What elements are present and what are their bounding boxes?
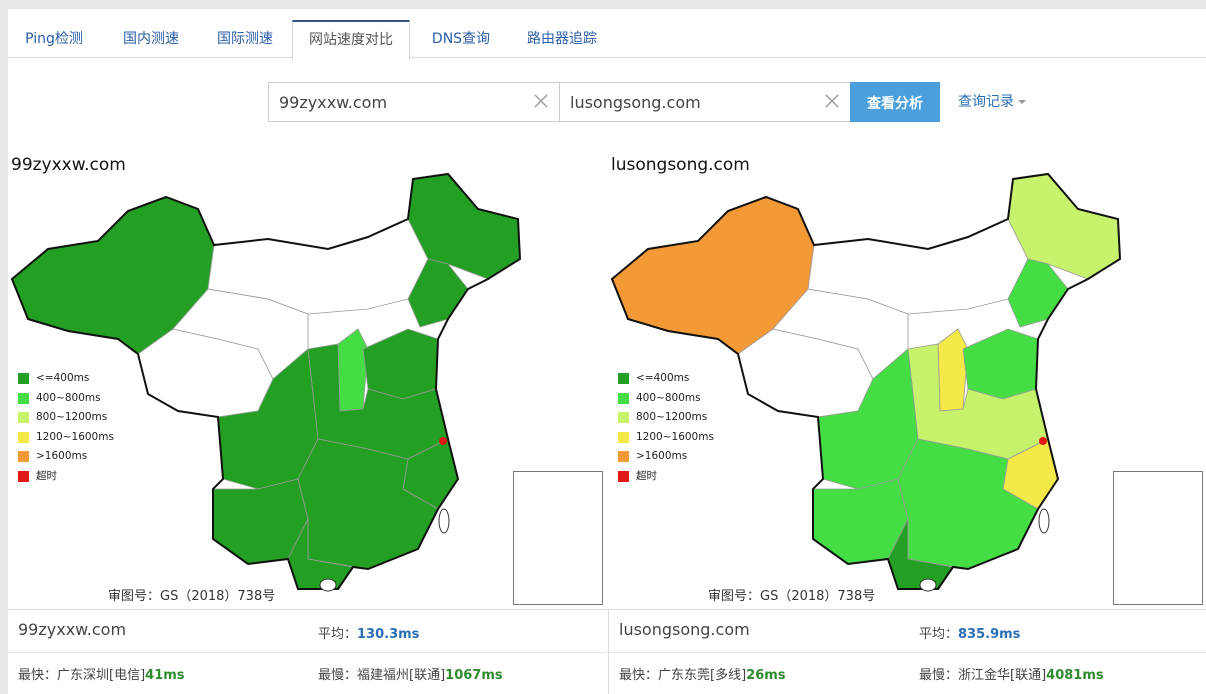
fastest-cell: 最快：广东东莞[多线]26ms xyxy=(619,664,786,683)
legend-swatch xyxy=(618,412,629,423)
summary-row: 最快：广东深圳[电信]41ms 最慢：福建福州[联通]1067ms xyxy=(8,652,606,694)
history-dropdown[interactable]: 查询记录 xyxy=(958,82,1026,122)
avg-cell: 平均：835.9ms xyxy=(919,623,1020,642)
domain2-field xyxy=(559,82,852,122)
summary-row: 最快：广东东莞[多线]26ms 最慢：浙江金华[联通]4081ms xyxy=(609,652,1206,694)
tab-domestic[interactable]: 国内测速 xyxy=(108,21,194,57)
slowest-cell: 最慢：福建福州[联通]1067ms xyxy=(318,664,503,683)
south-china-sea-inset xyxy=(513,471,603,605)
slowest-label: 最慢：福建福州[联通] xyxy=(318,668,446,683)
tab-bar: Ping检测 国内测速 国际测速 网站速度对比 DNS查询 路由器追踪 xyxy=(8,9,1206,60)
tab-ping[interactable]: Ping检测 xyxy=(14,21,94,57)
slowest-cell: 最慢：浙江金华[联通]4081ms xyxy=(919,664,1104,683)
map-region-hainan xyxy=(919,578,937,592)
map-panel-left: 99zyxxw.com <=400ms 400~800ms 800~1200ms 12… xyxy=(8,149,604,607)
map-title: lusongsong.com xyxy=(611,155,750,175)
legend-label: <=400ms xyxy=(36,372,90,384)
legend-swatch xyxy=(18,431,29,443)
chevron-down-icon xyxy=(1018,100,1026,104)
avg-value: 835.9ms xyxy=(958,627,1021,642)
legend-label: 400~800ms xyxy=(36,391,101,404)
tab-international[interactable]: 国际测速 xyxy=(202,21,288,57)
legend-swatch xyxy=(18,392,29,404)
fastest-label: 最快：广东东莞[多线] xyxy=(619,668,747,683)
legend-swatch xyxy=(618,373,629,384)
legend-swatch xyxy=(18,373,29,384)
summary-left: 99zyxxw.com 平均：130.3ms 最快：广东深圳[电信]41ms 最… xyxy=(8,610,606,694)
slowest-value: 4081ms xyxy=(1046,668,1104,683)
approval-number: 审图号：GS（2018）738号 xyxy=(708,589,876,604)
map-region-taiwan xyxy=(1038,508,1050,534)
page: Ping检测 国内测速 国际测速 网站速度对比 DNS查询 路由器追踪 查看分析… xyxy=(8,9,1206,694)
fastest-value: 26ms xyxy=(746,668,786,683)
summary-right: lusongsong.com 平均：835.9ms 最快：广东东莞[多线]26m… xyxy=(608,610,1206,694)
map-region-shanxi xyxy=(937,328,969,412)
fastest-label: 最快：广东深圳[电信] xyxy=(18,668,146,683)
legend-label: >1600ms xyxy=(636,450,688,462)
legend-label: >1600ms xyxy=(36,450,88,462)
south-china-sea-inset xyxy=(1113,471,1203,605)
summary-domain: 99zyxxw.com xyxy=(18,620,127,639)
map-region-taiwan xyxy=(438,508,450,534)
avg-label: 平均： xyxy=(318,627,358,642)
tab-dns[interactable]: DNS查询 xyxy=(418,21,504,57)
slowest-value: 1067ms xyxy=(445,668,503,683)
history-label: 查询记录 xyxy=(958,94,1014,110)
clear-icon[interactable] xyxy=(531,91,551,111)
summary-domain: lusongsong.com xyxy=(619,620,750,639)
analyze-button[interactable]: 查看分析 xyxy=(850,82,940,122)
legend-label: 1200~1600ms xyxy=(636,430,714,443)
summary-table: 99zyxxw.com 平均：130.3ms 最快：广东深圳[电信]41ms 最… xyxy=(8,609,1206,694)
summary-row: 99zyxxw.com 平均：130.3ms xyxy=(8,610,606,653)
map-panel-right: lusongsong.com <=400ms 400~800ms 800~1200m… xyxy=(608,149,1204,607)
legend-label: 800~1200ms xyxy=(36,411,108,423)
map-region-north xyxy=(362,328,439,400)
fastest-cell: 最快：广东深圳[电信]41ms xyxy=(18,664,185,683)
legend-label: 400~800ms xyxy=(636,391,701,404)
domain1-input[interactable] xyxy=(279,83,519,121)
legend-label: 800~1200ms xyxy=(636,411,708,423)
legend-swatch xyxy=(18,451,29,462)
legend-swatch xyxy=(618,451,629,462)
legend-swatch xyxy=(618,470,629,482)
avg-value: 130.3ms xyxy=(357,627,420,642)
map-region-timeout-marker xyxy=(1039,437,1047,445)
legend-label: <=400ms xyxy=(636,372,690,384)
clear-icon[interactable] xyxy=(822,91,842,111)
legend-label: 1200~1600ms xyxy=(36,430,114,443)
map-region-hainan xyxy=(319,578,337,592)
map-title: 99zyxxw.com xyxy=(11,155,126,175)
approval-number: 审图号：GS（2018）738号 xyxy=(108,589,276,604)
fastest-value: 41ms xyxy=(145,668,185,683)
domain2-input[interactable] xyxy=(570,83,810,121)
legend-swatch xyxy=(18,412,29,423)
slowest-label: 最慢：浙江金华[联通] xyxy=(919,668,1047,683)
tab-site-compare[interactable]: 网站速度对比 xyxy=(292,20,410,60)
legend-swatch xyxy=(18,470,29,482)
avg-label: 平均： xyxy=(919,627,959,642)
legend-swatch xyxy=(618,392,629,404)
domain1-field xyxy=(268,82,560,122)
legend-swatch xyxy=(618,431,629,443)
tab-traceroute[interactable]: 路由器追踪 xyxy=(516,21,608,57)
summary-row: lusongsong.com 平均：835.9ms xyxy=(609,610,1206,653)
legend-label: 超时 xyxy=(636,469,657,482)
map-region-north xyxy=(962,328,1039,400)
map-region-shanxi xyxy=(337,328,369,412)
legend-label: 超时 xyxy=(36,469,57,482)
map-region-timeout-marker xyxy=(439,437,447,445)
avg-cell: 平均：130.3ms xyxy=(318,623,419,642)
